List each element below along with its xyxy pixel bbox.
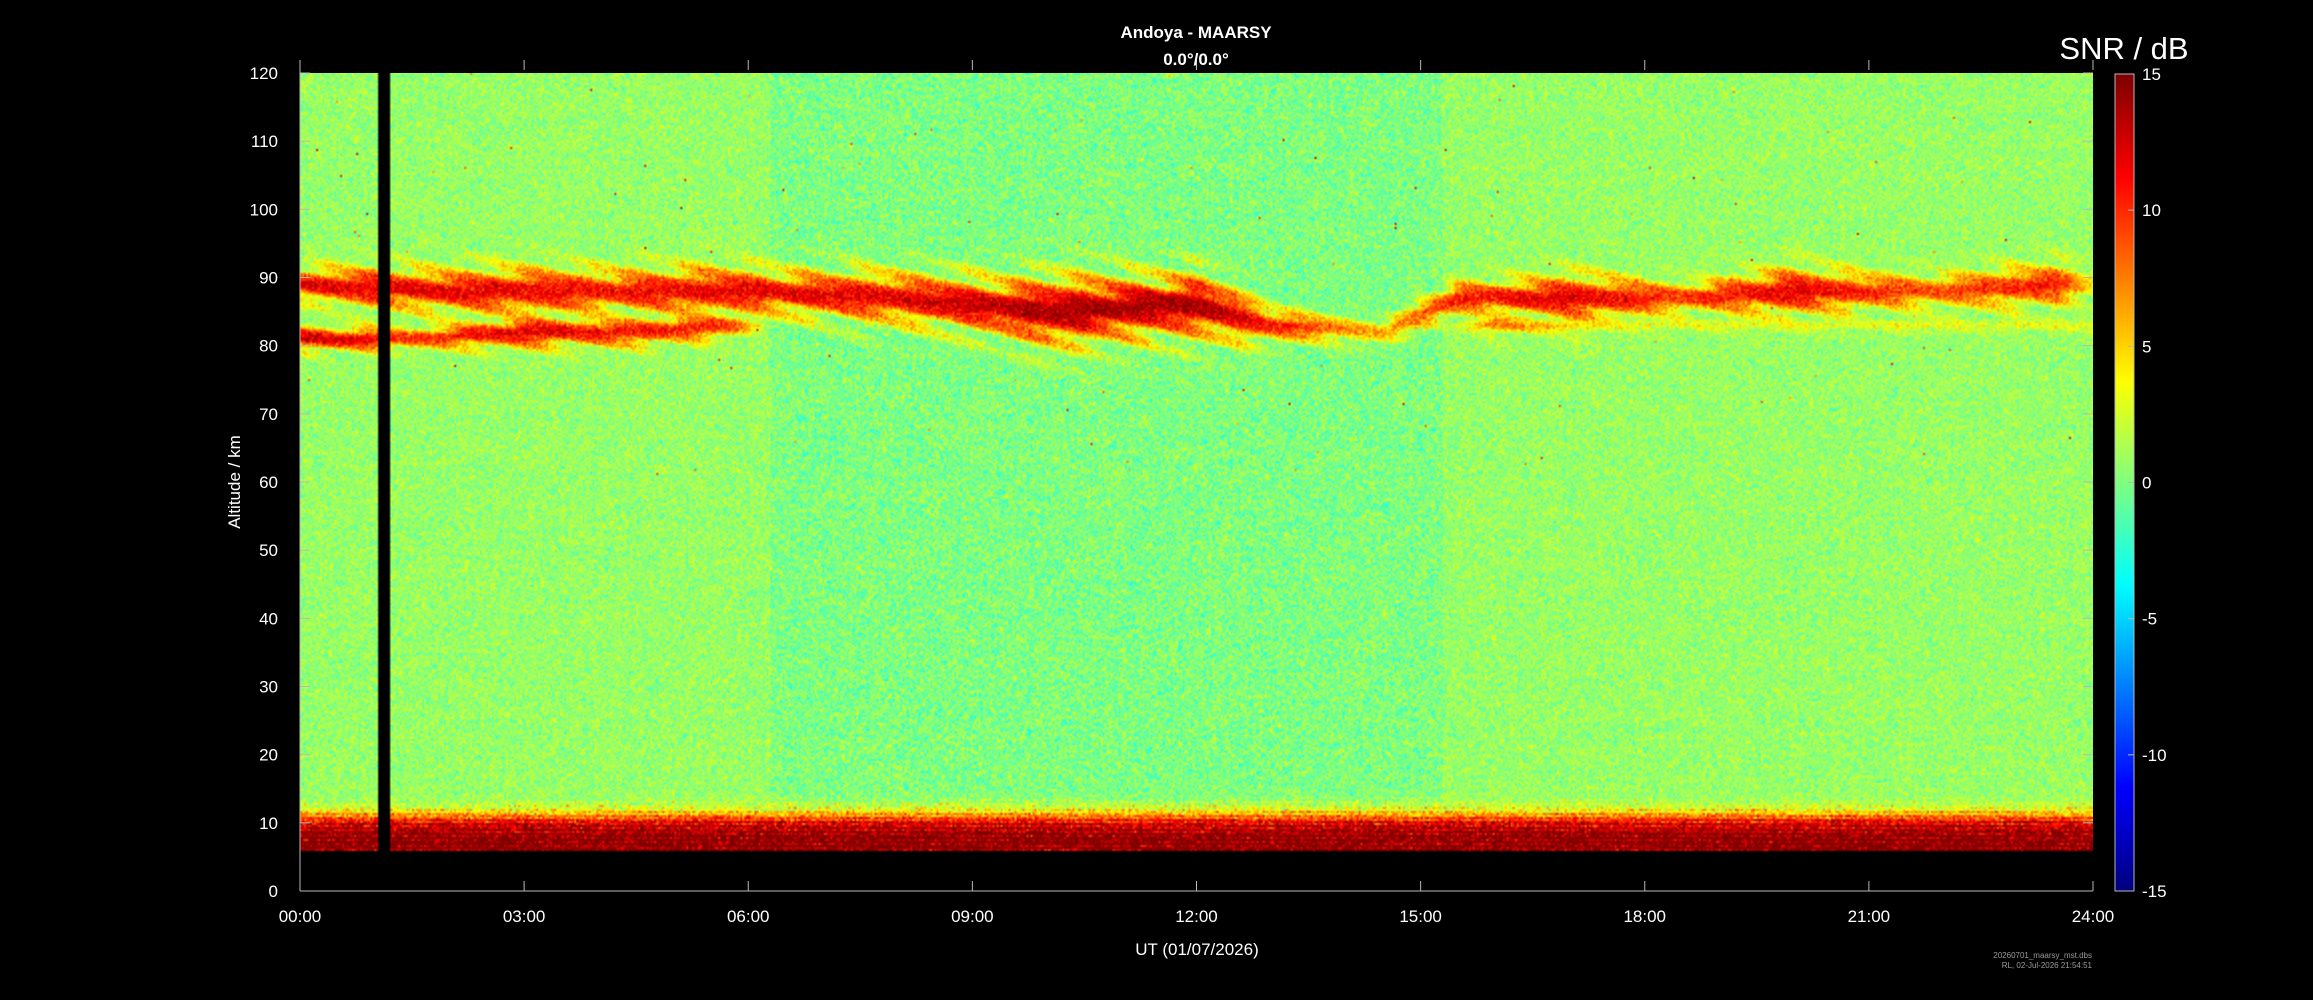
colorbar-tick-label: 5 <box>2142 337 2151 356</box>
x-tick-label: 24:00 <box>2072 907 2115 926</box>
y-tick-label: 0 <box>269 882 278 901</box>
footer-timestamp: RL, 02-Jul-2026 21:54:51 <box>2002 961 2093 970</box>
colorbar-tick-label: 15 <box>2142 65 2161 84</box>
y-axis-label: Altitude / km <box>225 435 244 529</box>
y-tick-label: 20 <box>259 746 278 765</box>
colorbar-tick-label: -15 <box>2142 882 2167 901</box>
snr-heatmap <box>300 73 2093 891</box>
footer-filename: 20260701_maarsy_mst.dbs <box>1993 951 2092 960</box>
y-tick-label: 70 <box>259 405 278 424</box>
y-tick-label: 60 <box>259 473 278 492</box>
y-tick-label: 120 <box>250 64 278 83</box>
y-tick-label: 110 <box>251 132 278 151</box>
colorbar-tick-label: -10 <box>2142 746 2167 765</box>
colorbar-label: SNR / dB <box>2059 31 2188 66</box>
x-tick-label: 03:00 <box>503 907 546 926</box>
y-tick-label: 100 <box>250 200 278 219</box>
x-tick-label: 18:00 <box>1623 907 1666 926</box>
colorbar-tick-label: -5 <box>2142 610 2157 629</box>
y-tick-label: 90 <box>259 269 278 288</box>
x-tick-label: 00:00 <box>279 907 322 926</box>
colorbar-tick-label: 10 <box>2142 201 2161 220</box>
chart-title: Andoya - MAARSY <box>1120 23 1272 42</box>
y-tick-label: 30 <box>259 678 278 697</box>
x-tick-label: 09:00 <box>951 907 994 926</box>
y-tick-label: 50 <box>259 541 278 560</box>
chart-subtitle: 0.0°/0.0° <box>1163 50 1229 69</box>
x-tick-label: 12:00 <box>1175 907 1218 926</box>
y-tick-label: 80 <box>259 337 278 356</box>
y-tick-label: 10 <box>259 814 278 833</box>
x-tick-label: 21:00 <box>1848 907 1891 926</box>
colorbar-tick-label: 0 <box>2142 474 2151 493</box>
x-tick-label: 15:00 <box>1399 907 1442 926</box>
x-axis-label: UT (01/07/2026) <box>1135 940 1258 959</box>
y-tick-label: 40 <box>259 609 278 628</box>
x-tick-label: 06:00 <box>727 907 770 926</box>
plot-area <box>300 73 2093 891</box>
chart: 00:00 03:00 06:00 09:00 12:00 15:00 18:00 21:00… <box>0 0 2313 1000</box>
